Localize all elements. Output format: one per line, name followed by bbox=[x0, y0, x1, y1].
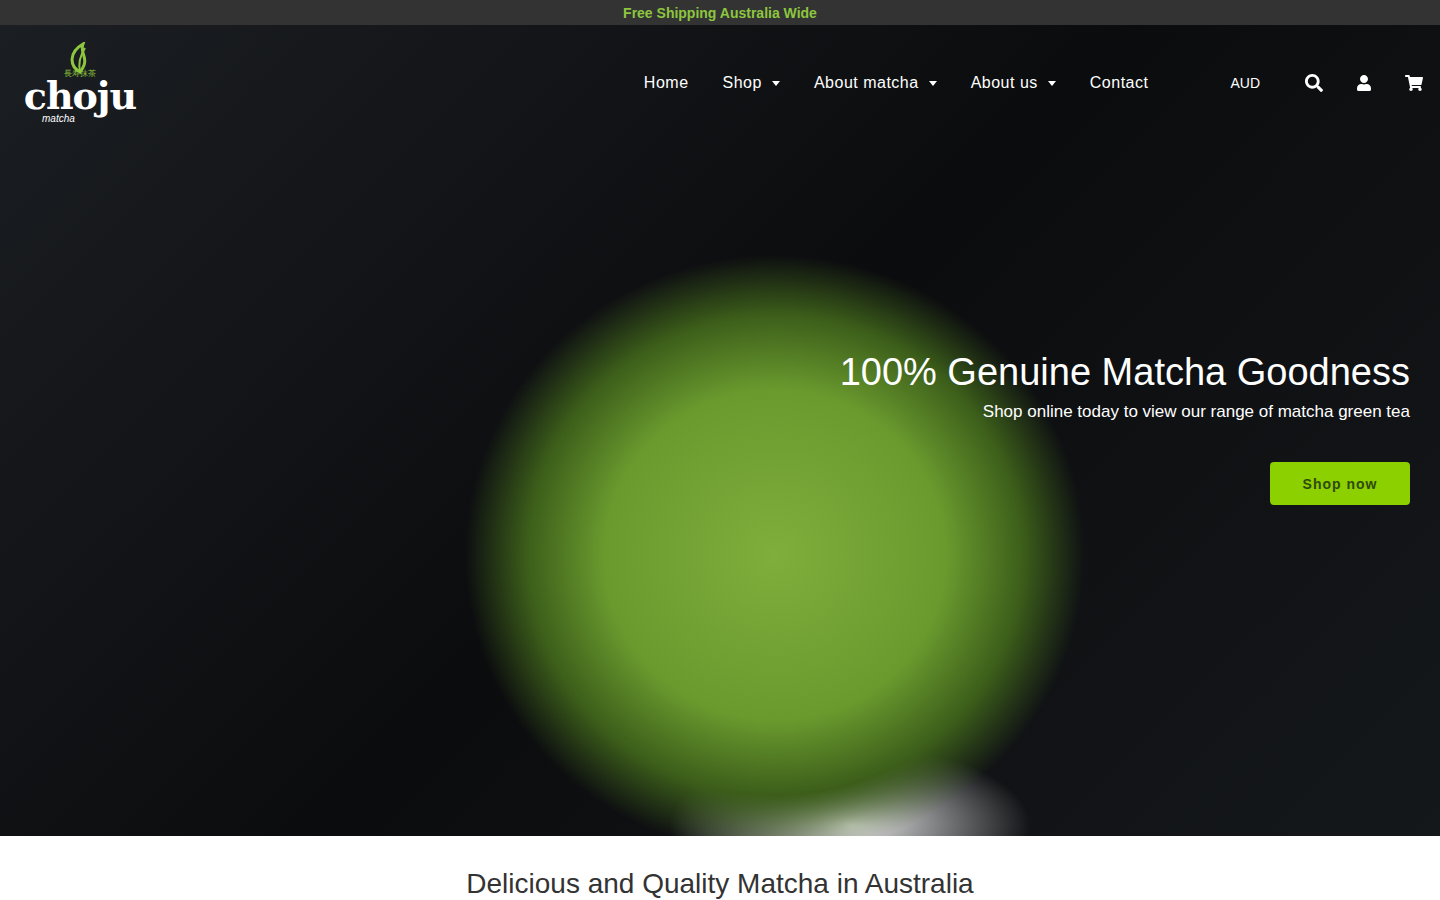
main-nav: Home Shop About matcha About us Contact bbox=[644, 74, 1149, 92]
shop-now-button[interactable]: Shop now bbox=[1270, 462, 1410, 505]
page: Free Shipping Australia Wide長寿抹茶chojumat… bbox=[0, 0, 1440, 900]
caret-icon bbox=[1048, 81, 1056, 86]
hero-title: 100% Genuine Matcha Goodness bbox=[840, 348, 1410, 396]
hero: 長寿抹茶chojumatcha Home Shop About matcha About… bbox=[0, 25, 1440, 836]
cart-icon bbox=[1405, 74, 1423, 92]
logo[interactable]: 長寿抹茶chojumatcha bbox=[30, 42, 130, 124]
header-tools: AUD bbox=[1230, 73, 1424, 93]
logo-name: choju bbox=[24, 78, 137, 114]
nav-item[interactable]: About us bbox=[971, 74, 1056, 92]
cart-button[interactable] bbox=[1404, 73, 1424, 93]
account-button[interactable] bbox=[1354, 73, 1374, 93]
user-icon bbox=[1356, 75, 1372, 91]
logo-subtitle: matcha bbox=[42, 114, 75, 124]
nav-item[interactable]: Contact bbox=[1090, 74, 1149, 92]
nav-item[interactable]: About matcha bbox=[814, 74, 937, 92]
nav-item[interactable]: Shop bbox=[723, 74, 780, 92]
header: 長寿抹茶chojumatcha Home Shop About matcha About… bbox=[0, 25, 1440, 141]
section-title: Delicious and Quality Matcha in Australi… bbox=[466, 868, 973, 900]
search-icon bbox=[1305, 74, 1323, 92]
hero-content: 100% Genuine Matcha Goodness Shop online … bbox=[0, 141, 1440, 505]
logo-chinese: 長寿抹茶 bbox=[64, 70, 96, 78]
intro-section: Delicious and Quality Matcha in Australi… bbox=[0, 836, 1440, 900]
announcement-bar: Free Shipping Australia Wide bbox=[0, 0, 1440, 25]
nav-item[interactable]: Home bbox=[644, 74, 689, 92]
currency-selector[interactable]: AUD bbox=[1230, 75, 1260, 91]
hero-subtitle: Shop online today to view our range of m… bbox=[983, 400, 1410, 424]
caret-icon bbox=[772, 81, 780, 86]
search-button[interactable] bbox=[1304, 73, 1324, 93]
caret-icon bbox=[929, 81, 937, 86]
